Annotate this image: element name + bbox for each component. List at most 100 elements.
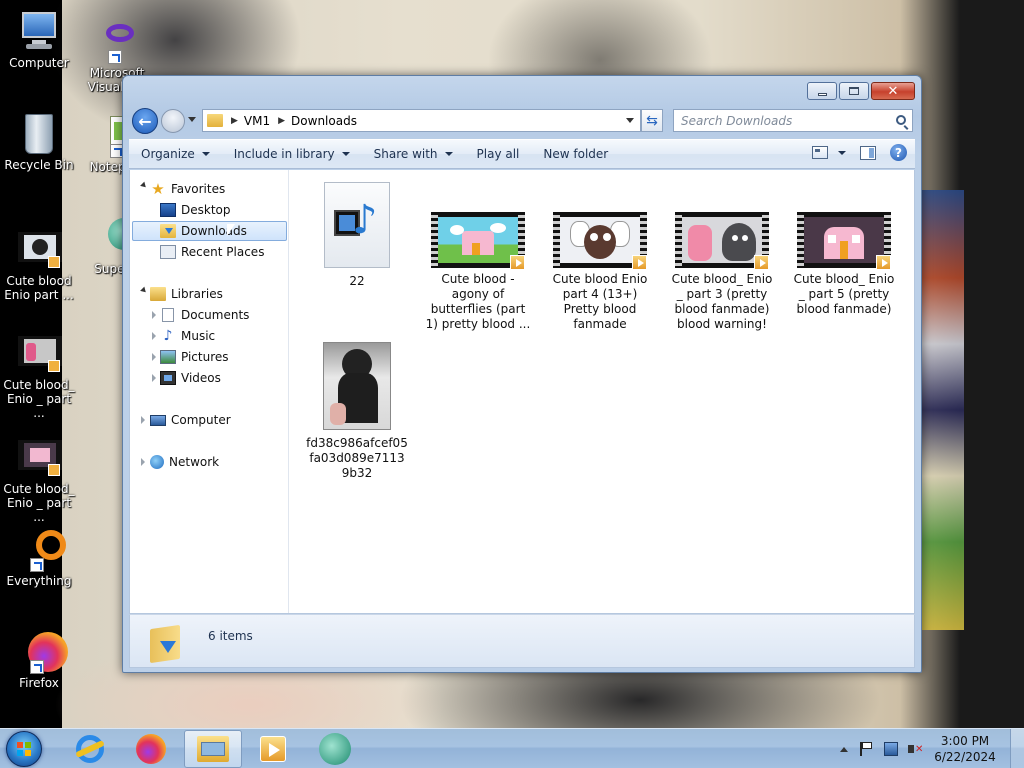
pictures-icon <box>160 350 176 364</box>
file-item[interactable]: Cute blood Enio part 4 (13+) Pretty bloo… <box>545 212 655 332</box>
nav-network[interactable]: Network <box>150 452 219 472</box>
refresh-button[interactable]: ⇆ <box>641 109 663 132</box>
desktop-icon-label: Cute blood_ Enio _ part ... <box>3 378 75 420</box>
explorer-body: ★ Favorites Desktop Downloads Recent Pla… <box>129 170 915 614</box>
taskbar-internet-explorer[interactable] <box>61 730 119 768</box>
desktop-icon-video-2[interactable]: Cute blood_ Enio _ part ... <box>0 332 78 420</box>
back-button[interactable]: ← <box>132 108 158 134</box>
change-view-button[interactable] <box>812 146 846 159</box>
expand-network-icon[interactable] <box>141 458 145 466</box>
refresh-icon: ⇆ <box>646 112 658 129</box>
address-history-dropdown-icon[interactable] <box>626 118 634 123</box>
taskbar-app-green[interactable] <box>306 730 364 768</box>
everything-icon <box>16 528 66 572</box>
firefox-icon <box>136 734 166 764</box>
explorer-window[interactable]: ✕ ← ▶ VM1 ▶ Downloads ⇆ Organize Include… <box>122 75 922 673</box>
nav-recent-places[interactable]: Recent Places <box>160 242 264 262</box>
include-in-library-button[interactable]: Include in library <box>222 147 362 161</box>
video-badge-icon <box>510 255 525 270</box>
show-hidden-icons-icon[interactable] <box>840 746 848 752</box>
expand-computer-icon[interactable] <box>141 416 145 424</box>
navigation-pane[interactable]: ★ Favorites Desktop Downloads Recent Pla… <box>130 170 289 613</box>
chevron-down-icon <box>201 152 210 156</box>
nav-downloads[interactable]: Downloads <box>132 221 287 241</box>
nav-desktop[interactable]: Desktop <box>160 200 231 220</box>
video-thumbnail <box>797 212 891 270</box>
maximize-icon <box>849 87 859 95</box>
nav-favorites[interactable]: ★ Favorites <box>150 179 225 199</box>
expand-documents-icon[interactable] <box>152 311 156 319</box>
expand-favorites-icon[interactable] <box>140 181 148 190</box>
nav-label: Videos <box>181 371 221 385</box>
new-folder-button[interactable]: New folder <box>531 147 620 161</box>
file-list[interactable]: ♪ 22 Cute blood - agony of butterflies (… <box>227 170 914 613</box>
taskbar-windows-explorer[interactable] <box>184 730 242 768</box>
desktop-icon-label: Computer <box>9 56 69 70</box>
desktop-icon-firefox[interactable]: Firefox <box>0 630 78 690</box>
desktop-icon-recycle-bin[interactable]: Recycle Bin <box>0 112 78 172</box>
show-desktop-button[interactable] <box>1010 729 1024 768</box>
file-item[interactable]: Cute blood_ Enio _ part 5 (pretty blood … <box>789 212 899 317</box>
file-item[interactable]: Cute blood_ Enio _ part 3 (pretty blood … <box>667 212 777 332</box>
network-tray-icon[interactable] <box>884 742 898 756</box>
music-note-icon: ♪ <box>352 197 378 243</box>
play-all-button[interactable]: Play all <box>465 147 532 161</box>
search-box[interactable] <box>673 109 913 132</box>
action-center-flag-icon[interactable] <box>860 742 874 756</box>
expand-music-icon[interactable] <box>152 332 156 340</box>
volume-muted-icon[interactable]: ✕ <box>908 742 923 756</box>
search-icon[interactable] <box>896 115 906 125</box>
recycle-bin-icon <box>16 112 62 156</box>
expand-pictures-icon[interactable] <box>152 353 156 361</box>
expand-libraries-icon[interactable] <box>140 286 148 295</box>
taskbar-media-player[interactable] <box>244 730 302 768</box>
nav-pictures[interactable]: Pictures <box>160 347 229 367</box>
desktop-icon-video-1[interactable]: Cute blood Enio part ... <box>0 228 78 302</box>
breadcrumb-chevron-icon[interactable]: ▶ <box>231 116 238 126</box>
mouse-cursor-icon <box>227 224 241 242</box>
nav-libraries[interactable]: Libraries <box>150 284 223 304</box>
file-name: fd38c986afcef05fa03d089e71139b32 <box>306 436 408 480</box>
breadcrumb-vm1[interactable]: VM1 <box>244 114 270 128</box>
close-button[interactable]: ✕ <box>871 82 915 100</box>
nav-label: Network <box>169 455 220 469</box>
breadcrumb-downloads[interactable]: Downloads <box>291 114 357 128</box>
desktop-icon-video-3[interactable]: Cute blood_ Enio _ part ... <box>0 436 78 524</box>
desktop-icon-everything[interactable]: Everything <box>0 528 78 588</box>
nav-videos[interactable]: Videos <box>160 368 221 388</box>
recent-pages-dropdown-icon[interactable] <box>188 117 196 122</box>
desktop-icon-label: Everything <box>6 574 72 588</box>
downloads-folder-icon <box>160 224 176 238</box>
file-name: Cute blood - agony of butterflies (part … <box>425 272 531 331</box>
back-arrow-icon: ← <box>138 111 152 131</box>
nav-documents[interactable]: Documents <box>160 305 249 325</box>
visual-studio-icon <box>94 20 140 64</box>
internet-explorer-icon <box>75 735 105 763</box>
address-bar[interactable]: ▶ VM1 ▶ Downloads <box>202 109 641 132</box>
nav-label: Desktop <box>181 203 231 217</box>
file-item[interactable]: ♪ 22 <box>302 182 412 289</box>
desktop-icon-computer[interactable]: Computer <box>0 10 78 70</box>
preview-pane-icon[interactable] <box>860 145 876 160</box>
nav-label: Favorites <box>171 182 226 196</box>
search-input[interactable] <box>681 113 881 128</box>
forward-button[interactable] <box>161 109 185 133</box>
start-button[interactable] <box>6 731 42 767</box>
close-icon: ✕ <box>887 83 899 99</box>
video-file-icon <box>16 436 62 480</box>
file-item[interactable]: Cute blood - agony of butterflies (part … <box>423 212 533 332</box>
breadcrumb-chevron-icon[interactable]: ▶ <box>278 116 285 126</box>
nav-computer[interactable]: Computer <box>150 410 231 430</box>
expand-videos-icon[interactable] <box>152 374 156 382</box>
taskbar-firefox[interactable] <box>122 730 180 768</box>
nav-music[interactable]: ♪ Music <box>160 326 216 346</box>
file-item[interactable]: fd38c986afcef05fa03d089e71139b32 <box>302 342 412 481</box>
media-player-icon <box>260 736 286 762</box>
share-with-button[interactable]: Share with <box>362 147 465 161</box>
help-icon[interactable]: ? <box>890 144 907 161</box>
clock[interactable]: 3:00 PM 6/22/2024 <box>932 733 998 765</box>
organize-button[interactable]: Organize <box>129 147 222 161</box>
minimize-button[interactable] <box>807 82 837 100</box>
maximize-button[interactable] <box>839 82 869 100</box>
command-bar: Organize Include in library Share with P… <box>129 139 915 169</box>
